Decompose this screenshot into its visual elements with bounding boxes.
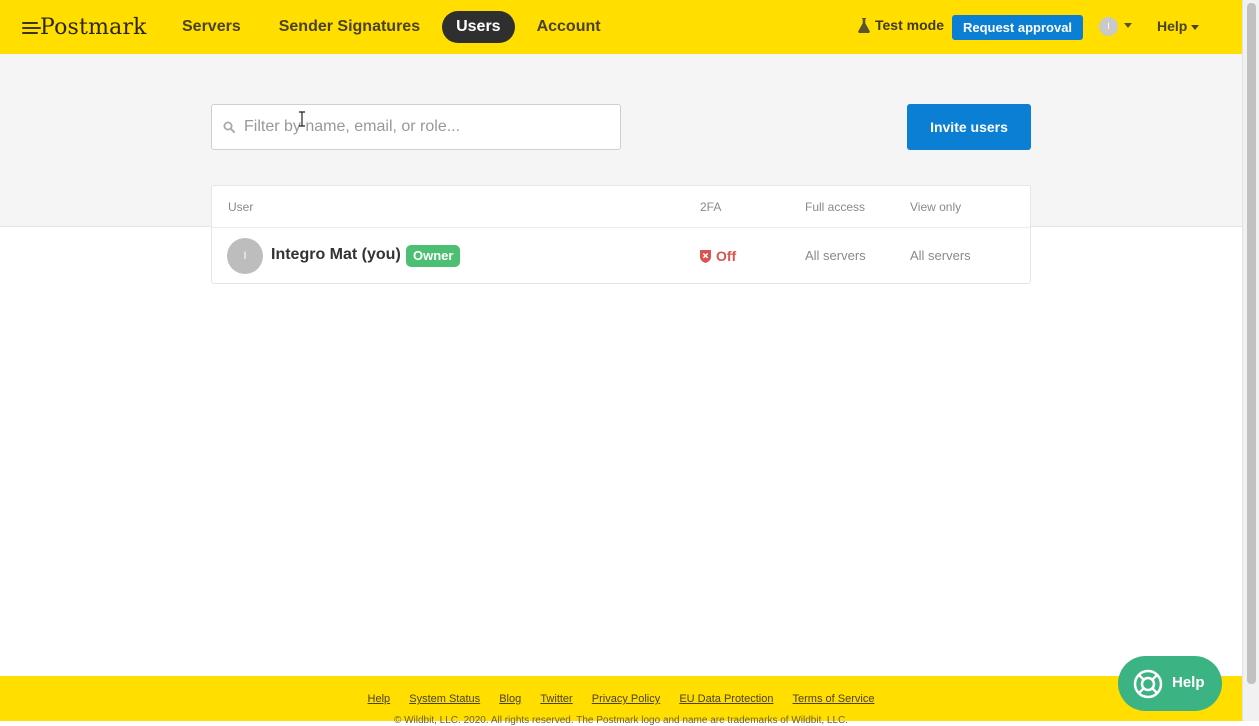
footer-link-help[interactable]: Help [368, 693, 391, 705]
column-header-full-access: Full access [805, 200, 866, 214]
footer-link-system-status[interactable]: System Status [409, 693, 480, 705]
footer-link-privacy-policy[interactable]: Privacy Policy [592, 693, 660, 705]
vertical-scrollbar[interactable] [1242, 0, 1259, 721]
column-header-view-only: View only [910, 200, 962, 214]
flask-icon [858, 17, 870, 33]
account-avatar[interactable]: I [1099, 17, 1118, 36]
table-row[interactable]: I Integro Mat (you) Owner Off All server… [212, 228, 1030, 283]
filter-users-search [211, 104, 621, 150]
top-navigation-bar: Postmark Servers Sender Signatures Users… [0, 0, 1242, 54]
logo-mark-icon [22, 17, 42, 37]
postmark-logo[interactable]: Postmark [22, 12, 147, 42]
nav-users[interactable]: Users [442, 11, 515, 43]
column-header-2fa: 2FA [700, 200, 722, 214]
lifebuoy-icon [1133, 669, 1163, 699]
two-factor-status[interactable]: Off [700, 248, 736, 264]
help-menu[interactable]: Help [1157, 18, 1200, 34]
test-mode-indicator[interactable]: Test mode [858, 17, 944, 33]
footer-link-terms-of-service[interactable]: Terms of Service [793, 693, 875, 705]
role-badge: Owner [406, 245, 461, 267]
help-menu-label: Help [1157, 18, 1188, 34]
full-access-value: All servers [805, 248, 866, 263]
footer: Help System Status Blog Twitter Privacy … [0, 676, 1242, 726]
chevron-down-icon [1191, 24, 1200, 30]
request-approval-button[interactable]: Request approval [952, 15, 1083, 40]
scrollbar-thumb[interactable] [1247, 3, 1256, 684]
brand-name: Postmark [40, 14, 147, 40]
nav-sender-signatures[interactable]: Sender Signatures [265, 11, 434, 43]
search-icon [223, 121, 235, 133]
chevron-down-icon[interactable] [1124, 23, 1132, 28]
users-table: User 2FA Full access View only I Integro… [211, 185, 1031, 284]
shield-off-icon [700, 249, 711, 263]
nav-servers[interactable]: Servers [168, 11, 255, 43]
footer-link-blog[interactable]: Blog [499, 693, 521, 705]
two-factor-label: Off [716, 248, 737, 264]
main-nav: Servers Sender Signatures Users Account [168, 11, 615, 43]
footer-link-eu-data-protection[interactable]: EU Data Protection [679, 693, 773, 705]
invite-users-button[interactable]: Invite users [907, 104, 1031, 150]
table-header: User 2FA Full access View only [212, 186, 1030, 228]
view-only-value: All servers [910, 248, 971, 263]
test-mode-label: Test mode [875, 17, 944, 33]
user-name[interactable]: Integro Mat (you) [271, 246, 401, 264]
text-cursor-icon [299, 111, 305, 127]
nav-account[interactable]: Account [523, 11, 615, 43]
footer-link-twitter[interactable]: Twitter [540, 693, 572, 705]
help-widget-label: Help [1172, 674, 1205, 691]
avatar: I [227, 238, 263, 274]
footer-links: Help System Status Blog Twitter Privacy … [0, 693, 1242, 705]
help-widget-button[interactable]: Help [1118, 656, 1222, 711]
column-header-user: User [228, 200, 254, 214]
